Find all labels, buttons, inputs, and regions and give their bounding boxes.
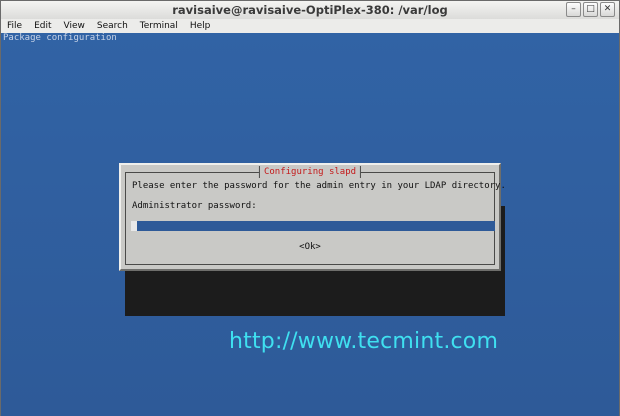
menu-help[interactable]: Help: [184, 19, 217, 33]
dialog-title: Configuring slapd: [258, 166, 362, 178]
dialog-frame: Configuring slapd Please enter the passw…: [125, 166, 506, 265]
close-button[interactable]: ✕: [600, 2, 615, 17]
maximize-button[interactable]: □: [583, 2, 598, 17]
configuring-slapd-dialog: Configuring slapd Please enter the passw…: [119, 163, 506, 271]
window-title: ravisaive@ravisaive-OptiPlex-380: /var/l…: [172, 3, 448, 17]
menu-bar: File Edit View Search Terminal Help: [1, 19, 619, 33]
menu-terminal[interactable]: Terminal: [134, 19, 184, 33]
terminal-area[interactable]: Package configuration Configuring slapd …: [1, 33, 619, 416]
minimize-button[interactable]: –: [566, 2, 581, 17]
ok-button[interactable]: <Ok>: [299, 242, 321, 252]
menu-view[interactable]: View: [58, 19, 91, 33]
menu-file[interactable]: File: [1, 19, 28, 33]
menu-edit[interactable]: Edit: [28, 19, 57, 33]
dialog-message: Please enter the password for the admin …: [132, 181, 506, 191]
package-configuration-header: Package configuration: [3, 33, 117, 43]
window-controls: – □ ✕: [566, 2, 615, 17]
password-label: Administrator password:: [132, 201, 257, 211]
terminal-window: ravisaive@ravisaive-OptiPlex-380: /var/l…: [0, 0, 620, 416]
watermark-text: http://www.tecmint.com: [229, 329, 499, 354]
administrator-password-field[interactable]: [137, 221, 495, 231]
title-bar[interactable]: ravisaive@ravisaive-OptiPlex-380: /var/l…: [1, 1, 619, 20]
menu-search[interactable]: Search: [91, 19, 134, 33]
